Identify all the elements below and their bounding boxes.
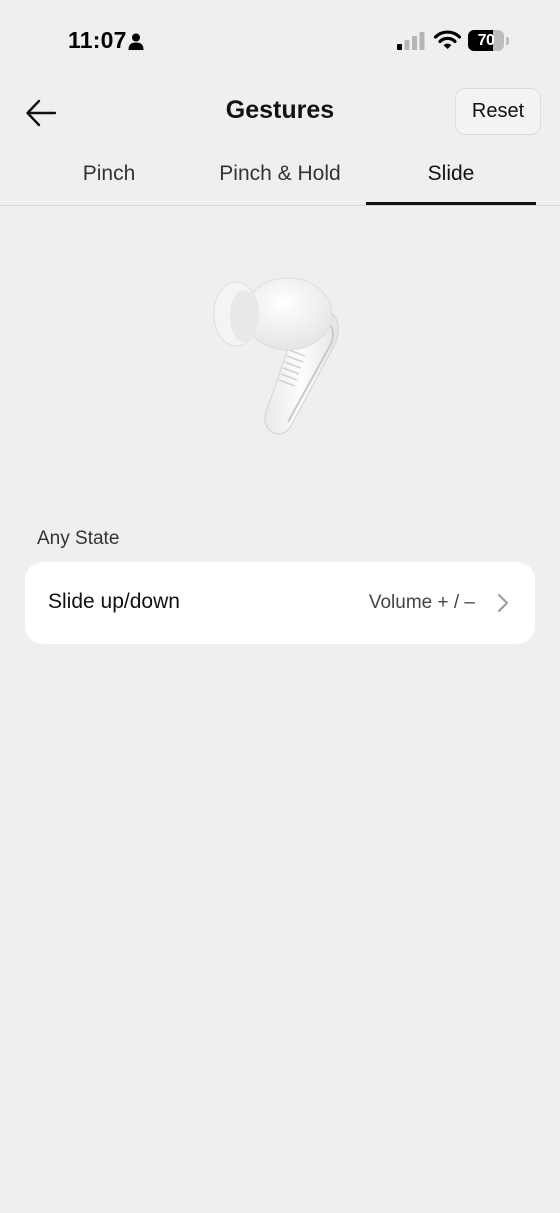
battery-body: 70 bbox=[468, 30, 504, 51]
tab-label: Pinch bbox=[82, 162, 136, 185]
earbud-image bbox=[213, 277, 339, 435]
wifi-icon bbox=[434, 30, 461, 49]
tab-pinch-and-hold[interactable]: Pinch & Hold bbox=[195, 150, 365, 204]
tab-bar: Pinch Pinch & Hold Slide bbox=[0, 150, 560, 206]
signal-icon bbox=[397, 32, 425, 50]
section-label: Any State bbox=[37, 528, 120, 549]
active-tab-indicator bbox=[366, 202, 536, 205]
gesture-row-slide-up-down[interactable]: Slide up/down Volume + / – bbox=[25, 562, 535, 644]
status-time: 11:07 bbox=[68, 27, 127, 53]
gesture-label: Slide up/down bbox=[48, 590, 180, 613]
chevron-right-icon bbox=[498, 594, 508, 612]
tab-label: Pinch & Hold bbox=[219, 162, 341, 185]
battery-tip bbox=[506, 37, 509, 45]
gesture-value: Volume + / – bbox=[368, 592, 475, 613]
tab-pinch[interactable]: Pinch bbox=[49, 150, 169, 204]
tab-slide[interactable]: Slide bbox=[366, 150, 536, 205]
status-bar: 11:07 70 bbox=[0, 0, 560, 84]
person-icon bbox=[128, 33, 144, 50]
battery-level: 70 bbox=[477, 32, 495, 49]
battery-icon: 70 bbox=[468, 30, 510, 52]
reset-button[interactable]: Reset bbox=[455, 88, 541, 135]
tab-label: Slide bbox=[427, 162, 475, 185]
